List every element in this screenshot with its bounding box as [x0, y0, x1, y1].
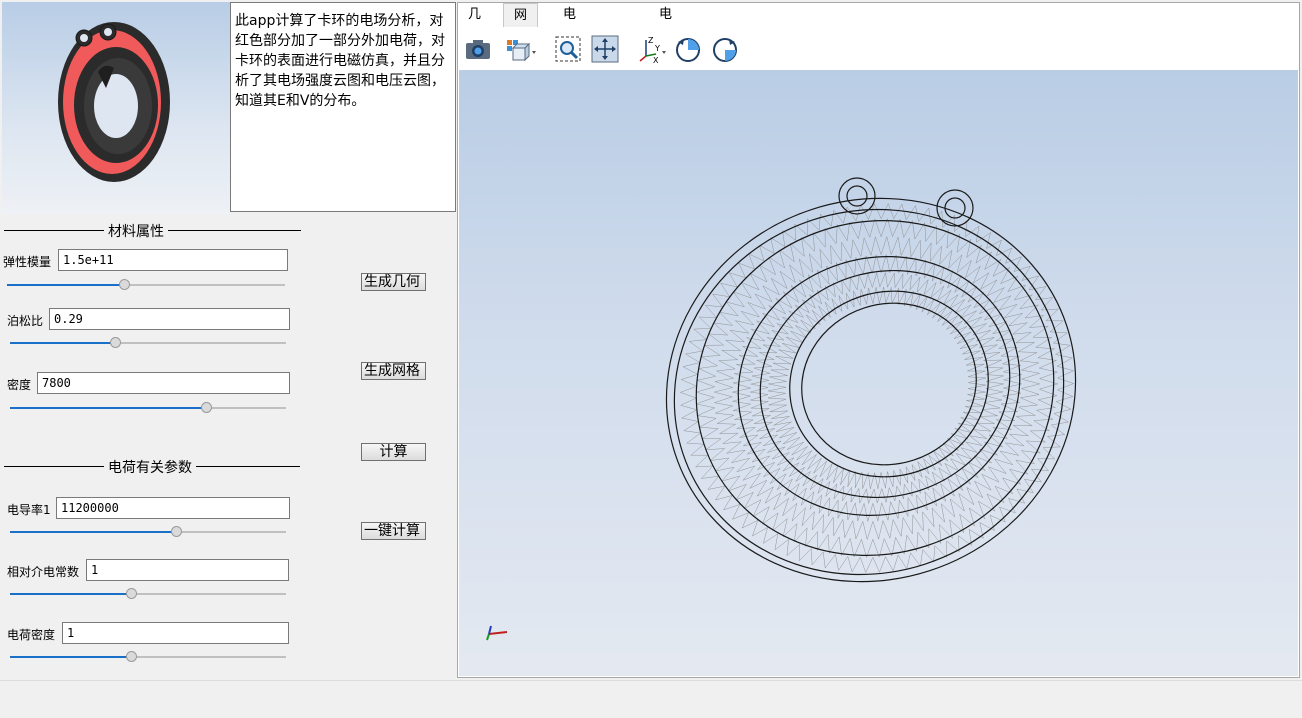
fit-view-icon[interactable]	[590, 34, 620, 64]
density-slider[interactable]	[10, 400, 286, 416]
elastic-modulus-input[interactable]: 1.5e+11	[58, 249, 288, 271]
axis-triad-icon	[483, 622, 509, 642]
generate-geometry-button[interactable]: 生成几何	[361, 273, 426, 291]
density-label: 密度	[7, 378, 32, 392]
status-bar	[0, 680, 1302, 718]
svg-text:Y: Y	[654, 44, 660, 53]
slider-handle[interactable]	[200, 402, 212, 413]
poisson-ratio-input[interactable]: 0.29	[49, 308, 290, 330]
conductivity-input[interactable]: 11200000	[56, 497, 290, 519]
poisson-ratio-label: 泊松比	[7, 314, 44, 328]
elastic-modulus-label: 弹性模量	[3, 255, 52, 269]
material-group-title: 材料属性	[104, 221, 168, 241]
slider-handle[interactable]	[126, 588, 138, 599]
view-cube-icon[interactable]	[503, 34, 536, 64]
svg-text:X: X	[653, 56, 659, 64]
axis-orientation-icon[interactable]: Z Y X	[636, 34, 666, 65]
charge-density-input[interactable]: 1	[62, 622, 289, 644]
slider-handle[interactable]	[126, 651, 138, 662]
elastic-modulus-slider[interactable]	[7, 277, 285, 293]
tab-voltage[interactable]: 电压云图	[649, 3, 682, 94]
rotate-ccw-icon[interactable]	[673, 34, 703, 64]
slider-handle[interactable]	[170, 526, 182, 537]
ring-preview-image	[58, 22, 170, 182]
relative-permittivity-label: 相对介电常数	[7, 565, 80, 579]
charge-density-slider[interactable]	[10, 649, 286, 665]
mesh-viewport[interactable]	[459, 70, 1298, 676]
conductivity-label: 电导率1	[7, 503, 51, 517]
rotate-cw-icon[interactable]	[710, 34, 740, 64]
slider-handle[interactable]	[118, 279, 130, 290]
compute-button[interactable]: 计算	[361, 443, 426, 461]
slider-handle[interactable]	[109, 337, 121, 348]
svg-text:Z: Z	[648, 36, 654, 45]
viewer-toolbar: Z Y X	[458, 28, 1299, 70]
camera-icon[interactable]	[463, 34, 493, 64]
generate-mesh-button[interactable]: 生成网格	[361, 362, 426, 380]
one-click-compute-button[interactable]: 一键计算	[361, 522, 426, 540]
charge-density-label: 电荷密度	[7, 628, 56, 642]
charge-group-title: 电荷有关参数	[104, 457, 196, 477]
poisson-ratio-slider[interactable]	[10, 335, 286, 351]
tab-electric-field[interactable]: 电场强度云图	[553, 3, 586, 142]
zoom-box-icon[interactable]	[553, 34, 583, 64]
relative-permittivity-slider[interactable]	[10, 586, 286, 602]
ring-mesh-wireframe	[665, 177, 1077, 583]
relative-permittivity-input[interactable]: 1	[86, 559, 289, 581]
tab-mesh[interactable]: 网格	[503, 3, 539, 47]
geometry-thumbnail	[2, 2, 230, 214]
conductivity-slider[interactable]	[10, 524, 286, 540]
tab-geometry[interactable]: 几何	[458, 3, 491, 46]
density-input[interactable]: 7800	[37, 372, 290, 394]
description-text: 此app计算了卡环的电场分析，对红色部分加了一部分外加电荷，对卡环的表面进行电磁…	[230, 2, 456, 212]
